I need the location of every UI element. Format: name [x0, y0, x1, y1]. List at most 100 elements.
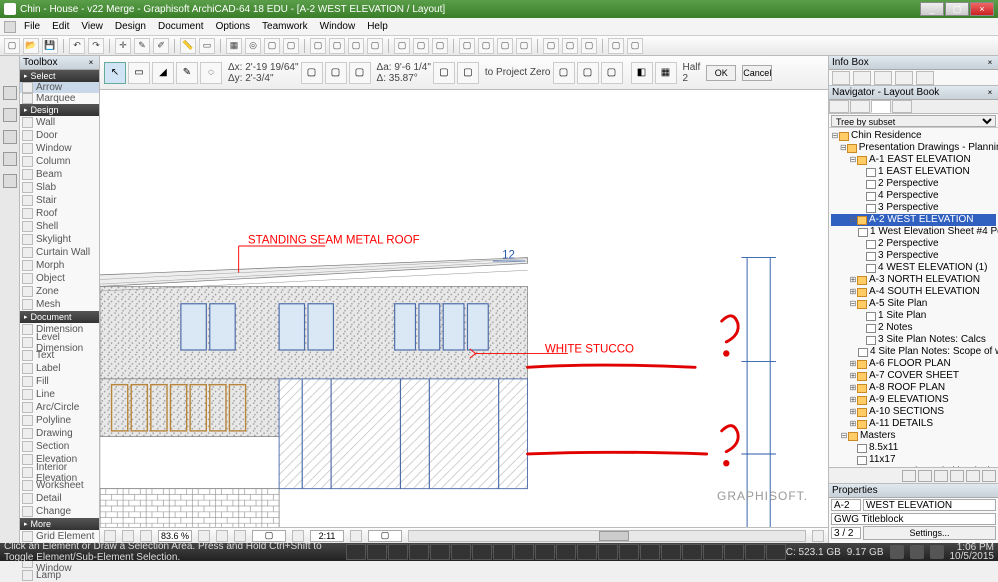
app-12[interactable]	[577, 544, 597, 560]
dock-btn-3[interactable]	[3, 130, 17, 144]
zoom-in-icon[interactable]	[140, 530, 152, 542]
nav-new-icon[interactable]	[902, 470, 916, 482]
cancel-button[interactable]: Cancel	[742, 65, 772, 81]
app-7[interactable]	[472, 544, 492, 560]
tool-d[interactable]: ▢	[329, 38, 345, 54]
ib-btn-3[interactable]	[874, 71, 892, 85]
tool-label[interactable]: Label	[20, 362, 99, 375]
menu-window[interactable]: Window	[314, 21, 362, 32]
app-3[interactable]	[388, 544, 408, 560]
app-1[interactable]	[346, 544, 366, 560]
tree-filter-select[interactable]: Tree by subset	[831, 115, 996, 127]
clock[interactable]: 1:06 PM10/5/2015	[950, 543, 995, 561]
app-17[interactable]	[682, 544, 702, 560]
tool-m[interactable]: ▢	[516, 38, 532, 54]
app-5[interactable]	[430, 544, 450, 560]
tool-snap[interactable]: ◎	[245, 38, 261, 54]
tool-roof[interactable]: Roof	[20, 207, 99, 220]
app-19[interactable]	[724, 544, 744, 560]
app-16[interactable]	[661, 544, 681, 560]
tree-node[interactable]: 4 Site Plan Notes: Scope of work	[831, 346, 996, 358]
tool-new[interactable]: ▢	[4, 38, 20, 54]
app-18[interactable]	[703, 544, 723, 560]
subtool-1[interactable]: ▭	[128, 62, 150, 84]
tool-change[interactable]: Change	[20, 505, 99, 518]
page-field-3[interactable]	[368, 530, 402, 542]
doc-menu-icon[interactable]	[4, 21, 16, 33]
section-design[interactable]: Design	[20, 104, 99, 116]
infobox-close-icon[interactable]: ×	[985, 58, 995, 68]
ok-button[interactable]: OK	[706, 65, 736, 81]
tree-node[interactable]: 2 Perspective	[831, 178, 996, 190]
tool-stair[interactable]: Stair	[20, 194, 99, 207]
subtool-11[interactable]: ▢	[577, 62, 599, 84]
section-more[interactable]: More	[20, 518, 99, 530]
settings-button[interactable]: Settings...	[863, 526, 996, 540]
tool-curtain-wall[interactable]: Curtain Wall	[20, 246, 99, 259]
zoom-input[interactable]	[158, 530, 192, 542]
tool-grid[interactable]: ▦	[226, 38, 242, 54]
tool-morph[interactable]: Morph	[20, 259, 99, 272]
tree-node[interactable]: ⊟Masters	[831, 430, 996, 442]
tool-object[interactable]: Object	[20, 272, 99, 285]
nav-tab-pub[interactable]	[892, 100, 912, 113]
tree-node[interactable]: 4 Perspective	[831, 190, 996, 202]
tool-undo[interactable]: ↶	[69, 38, 85, 54]
page-field-1[interactable]	[252, 530, 286, 542]
tool-drawing[interactable]: Drawing	[20, 427, 99, 440]
maximize-button[interactable]: ▢	[945, 2, 969, 16]
prop-name[interactable]: WEST ELEVATION	[863, 499, 996, 511]
tool-shell[interactable]: Shell	[20, 220, 99, 233]
tool-fill[interactable]: Fill	[20, 375, 99, 388]
ib-btn-2[interactable]	[853, 71, 871, 85]
drawing-canvas[interactable]: STANDING SEAM METAL ROOF WHITE STUCCO 12	[100, 90, 828, 527]
nav-tab-view[interactable]	[850, 100, 870, 113]
tool-marquee[interactable]: Marquee	[20, 93, 99, 104]
tree-node[interactable]: 4 WEST ELEVATION (1)	[831, 262, 996, 274]
menu-teamwork[interactable]: Teamwork	[256, 21, 314, 32]
tool-n[interactable]: ▢	[543, 38, 559, 54]
subtool-3[interactable]: ✎	[176, 62, 198, 84]
tool-window[interactable]: Window	[20, 142, 99, 155]
menu-document[interactable]: Document	[152, 21, 210, 32]
tool-eyedrop[interactable]: ✐	[153, 38, 169, 54]
subtool-5[interactable]: ▢	[301, 62, 323, 84]
menu-design[interactable]: Design	[109, 21, 152, 32]
tool-line[interactable]: Line	[20, 388, 99, 401]
tree-node[interactable]: 2 Notes	[831, 322, 996, 334]
tool-ruler[interactable]: ▭	[199, 38, 215, 54]
subtool-arrow[interactable]: ↖	[104, 62, 126, 84]
tool-pick[interactable]: ✛	[115, 38, 131, 54]
subtool-9[interactable]: ▢	[457, 62, 479, 84]
tool-j[interactable]: ▢	[459, 38, 475, 54]
tool-beam[interactable]: Beam	[20, 168, 99, 181]
app-20[interactable]	[745, 544, 765, 560]
tree-node[interactable]: ⊟A-2 WEST ELEVATION	[831, 214, 996, 226]
dock-btn-2[interactable]	[3, 108, 17, 122]
app-4[interactable]	[409, 544, 429, 560]
app-2[interactable]	[367, 544, 387, 560]
page-icon[interactable]	[350, 530, 362, 542]
tree-node[interactable]: 11x17	[831, 454, 996, 466]
tool-skylight[interactable]: Skylight	[20, 233, 99, 246]
app-21[interactable]	[766, 544, 786, 560]
tool-f[interactable]: ▢	[367, 38, 383, 54]
tool-arrow[interactable]: Arrow	[20, 82, 99, 93]
nav-dup-icon[interactable]	[918, 470, 932, 482]
tool-measure[interactable]: 📏	[180, 38, 196, 54]
menu-help[interactable]: Help	[361, 21, 394, 32]
menu-options[interactable]: Options	[210, 21, 256, 32]
ib-btn-1[interactable]	[832, 71, 850, 85]
tree-node[interactable]: ⊞A-4 SOUTH ELEVATION	[831, 286, 996, 298]
tool-brush[interactable]: ✎	[134, 38, 150, 54]
tool-open[interactable]: 📂	[23, 38, 39, 54]
section-select[interactable]: Select	[20, 70, 99, 82]
tool-p[interactable]: ▢	[581, 38, 597, 54]
app-13[interactable]	[598, 544, 618, 560]
nav-tab-layout[interactable]	[871, 100, 891, 113]
tray-icon-1[interactable]	[890, 545, 904, 559]
app-14[interactable]	[619, 544, 639, 560]
tool-i[interactable]: ▢	[432, 38, 448, 54]
tree-node[interactable]: ⊞A-10 SECTIONS	[831, 406, 996, 418]
menu-file[interactable]: File	[18, 21, 46, 32]
